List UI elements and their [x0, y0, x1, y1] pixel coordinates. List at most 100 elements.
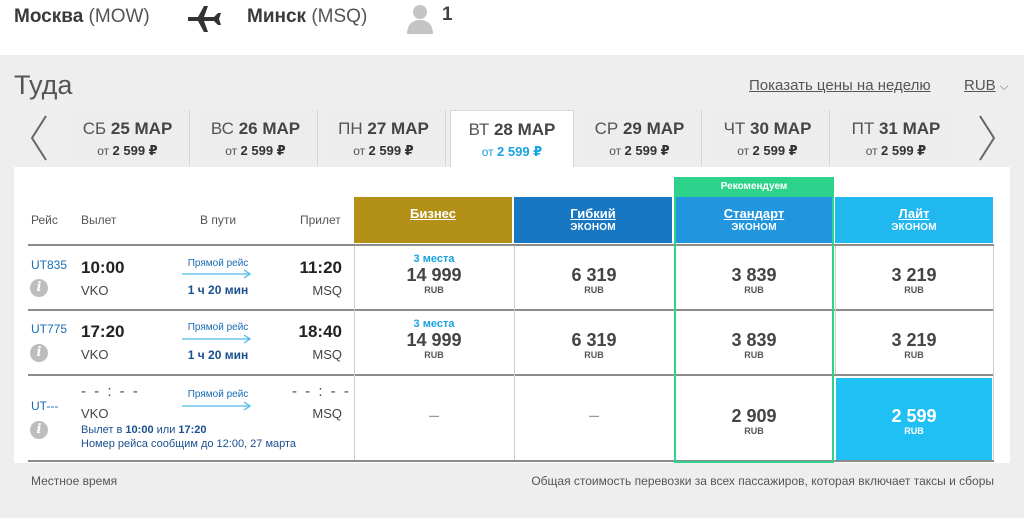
- price-amount: 3 219: [891, 330, 937, 350]
- col-flight: Рейс: [31, 213, 58, 227]
- date-weekday: ПТ: [851, 119, 875, 138]
- date-tab[interactable]: ПН 27 МАР от 2 599 ₽: [322, 110, 446, 166]
- flight-number[interactable]: UT775: [31, 322, 67, 336]
- price-business[interactable]: 3 места 14 999 RUB: [356, 318, 512, 361]
- date-value: 28 МАР: [493, 120, 556, 139]
- departure-airport: VKO: [81, 406, 109, 421]
- price-prefix: от: [97, 144, 110, 158]
- flight-number[interactable]: UT835: [31, 258, 67, 272]
- price-currency: RUB: [744, 285, 764, 295]
- date-min-price: 2 599 ₽: [240, 143, 286, 158]
- price-flex-unavailable: –: [516, 405, 672, 426]
- fare-flex-header[interactable]: Гибкий ЭКОНОМ: [514, 197, 672, 243]
- price-prefix: от: [865, 144, 878, 158]
- date-tab-selected[interactable]: ВТ 28 МАР от 2 599 ₽: [450, 110, 574, 168]
- price-currency: RUB: [744, 350, 764, 360]
- date-value: 25 МАР: [110, 119, 173, 138]
- price-currency: RUB: [584, 350, 604, 360]
- price-amount: 14 999: [406, 330, 462, 350]
- price-amount: 2 909: [731, 406, 777, 426]
- price-prefix: от: [609, 144, 622, 158]
- date-min-price: 2 599 ₽: [752, 143, 798, 158]
- price-currency: RUB: [744, 426, 764, 436]
- date-weekday: ВТ: [468, 120, 490, 139]
- date-tab[interactable]: ВС 26 МАР от 2 599 ₽: [194, 110, 318, 166]
- destination-city: Минск: [247, 6, 307, 27]
- price-amount: 6 319: [571, 330, 617, 350]
- price-amount: 6 319: [571, 265, 617, 285]
- total-cost-note: Общая стоимость перевозки за всех пассаж…: [531, 474, 994, 488]
- price-lite[interactable]: 3 219 RUB: [836, 265, 992, 296]
- seats-left: 3 места: [413, 318, 455, 330]
- price-currency: RUB: [424, 285, 444, 295]
- price-amount: 3 839: [731, 265, 777, 285]
- route-arrow-icon: [182, 401, 252, 411]
- price-amount: 2 599: [891, 406, 937, 426]
- fare-standard-header[interactable]: Стандарт ЭКОНОМ: [676, 197, 832, 243]
- fare-lite-header[interactable]: Лайт ЭКОНОМ: [835, 197, 993, 243]
- flight-duration: 1 ч 20 мин: [187, 348, 249, 362]
- arrival-airport: MSQ: [312, 347, 342, 362]
- origin-code: (MOW): [88, 6, 150, 27]
- date-weekday: ПН: [338, 119, 363, 138]
- cell-divider: [514, 246, 515, 460]
- arrival-time: 11:20: [299, 258, 342, 277]
- row-divider: [28, 309, 994, 311]
- cell-divider: [993, 246, 994, 460]
- flight-number[interactable]: UT---: [31, 399, 58, 413]
- price-lite[interactable]: 3 219 RUB: [836, 330, 992, 361]
- fare-name: Лайт: [898, 206, 930, 221]
- price-prefix: от: [737, 144, 750, 158]
- destination-code: (MSQ): [311, 6, 368, 27]
- date-value: 31 МАР: [878, 119, 941, 138]
- airplane-icon: [188, 6, 221, 32]
- destination: Минск (MSQ): [247, 6, 367, 28]
- week-prices-link[interactable]: Показать цены на неделю: [749, 77, 931, 94]
- arrival-time: - - : - -: [292, 383, 351, 400]
- route-header: Москва (MOW) Минск (MSQ) 1: [0, 0, 1024, 52]
- price-currency: RUB: [904, 350, 924, 360]
- arrival-airport: MSQ: [312, 283, 342, 298]
- date-value: 30 МАР: [750, 119, 812, 138]
- currency-select[interactable]: RUB ⌵: [964, 77, 1009, 94]
- route-arrow-icon: [182, 334, 252, 344]
- origin-city: Москва: [14, 6, 84, 27]
- departure-airport: VKO: [81, 283, 109, 298]
- date-min-price: 2 599 ₽: [368, 143, 414, 158]
- info-icon[interactable]: i: [30, 344, 48, 362]
- row-divider: [28, 460, 994, 462]
- col-arrival: Прилет: [300, 213, 341, 227]
- date-weekday: СР: [594, 119, 619, 138]
- price-lite-selected[interactable]: 2 599 RUB: [836, 378, 992, 460]
- fare-class: ЭКОНОМ: [891, 222, 937, 233]
- recommended-badge: Рекомендуем: [674, 177, 834, 197]
- price-unavailable: –: [428, 405, 439, 425]
- price-flex[interactable]: 6 319 RUB: [516, 330, 672, 361]
- col-in-transit: В пути: [200, 213, 237, 227]
- price-standard[interactable]: 3 839 RUB: [676, 265, 832, 296]
- date-tab[interactable]: СБ 25 МАР от 2 599 ₽: [66, 110, 190, 166]
- price-standard[interactable]: 3 839 RUB: [676, 330, 832, 361]
- passenger-count[interactable]: 1: [442, 4, 453, 26]
- fare-business-header[interactable]: Бизнес: [354, 197, 512, 243]
- info-icon[interactable]: i: [30, 279, 48, 297]
- direct-flight-label: Прямой рейс: [187, 258, 249, 269]
- date-tab[interactable]: ПТ 31 МАР от 2 599 ₽: [834, 110, 958, 166]
- price-amount: 3 839: [731, 330, 777, 350]
- price-currency: RUB: [424, 350, 444, 360]
- date-tab[interactable]: ЧТ 30 МАР от 2 599 ₽: [706, 110, 830, 166]
- chevron-down-icon: ⌵: [999, 79, 1009, 93]
- price-business[interactable]: 3 места 14 999 RUB: [356, 253, 512, 296]
- prev-date-arrow-icon[interactable]: [24, 112, 54, 164]
- local-time-note: Местное время: [31, 474, 118, 488]
- next-date-arrow-icon[interactable]: [972, 112, 1002, 164]
- note-or: или: [156, 424, 176, 436]
- date-tab[interactable]: СР 29 МАР от 2 599 ₽: [578, 110, 702, 166]
- departure-time: - - : - -: [81, 383, 140, 400]
- price-standard[interactable]: 2 909 RUB: [676, 406, 832, 437]
- info-icon[interactable]: i: [30, 421, 48, 439]
- departure-time: 17:20: [81, 322, 125, 341]
- row-divider: [28, 374, 994, 376]
- price-flex[interactable]: 6 319 RUB: [516, 265, 672, 296]
- fare-name: Гибкий: [570, 206, 616, 221]
